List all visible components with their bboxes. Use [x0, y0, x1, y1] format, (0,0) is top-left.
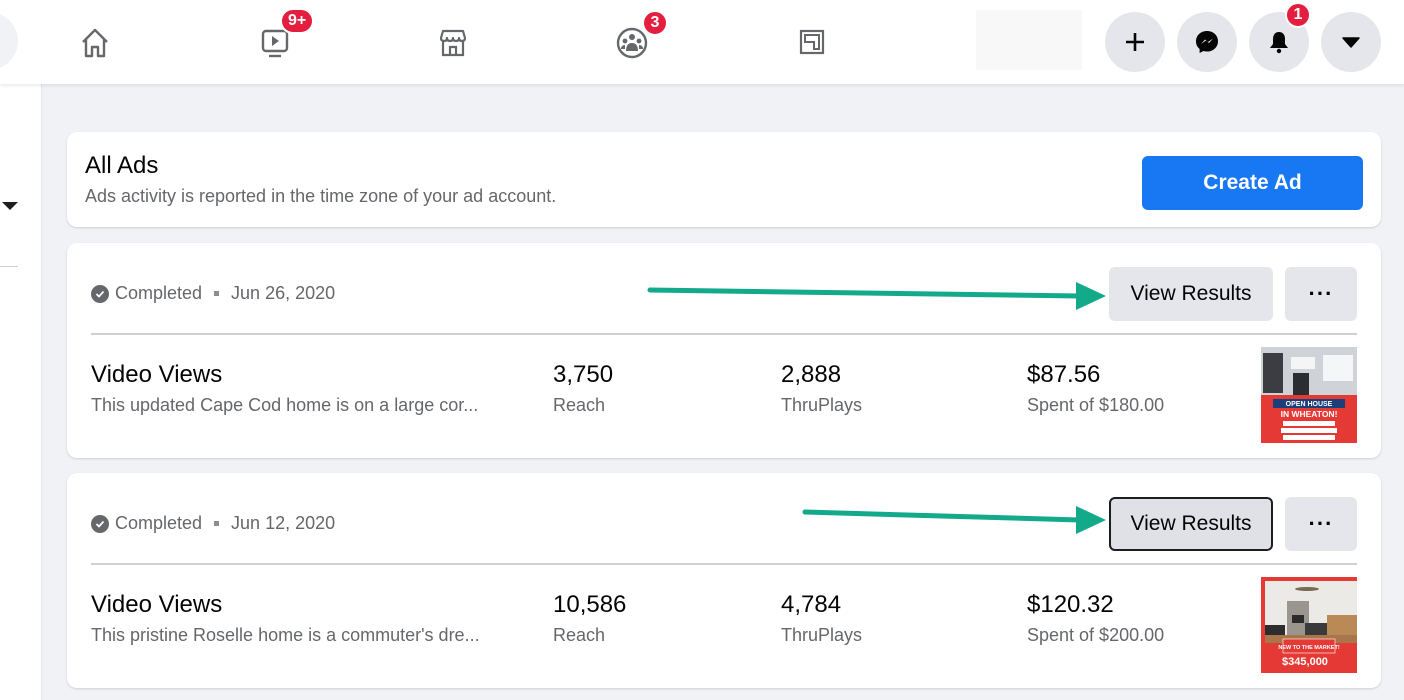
thruplays-metric: 4,784 ThruPlays	[781, 591, 862, 646]
messenger-button[interactable]	[1177, 12, 1237, 72]
nav-tab-groups[interactable]: 3	[604, 10, 668, 70]
ad-thumbnail[interactable]: OPEN HOUSE IN WHEATON!	[1261, 347, 1357, 443]
ad-description: This updated Cape Cod home is on a large…	[91, 395, 479, 415]
thruplays-value: 2,888	[781, 361, 842, 388]
home-icon	[82, 28, 108, 58]
ad-objective: Video Views	[91, 361, 223, 388]
thumb-text-line2: IN WHEATON!	[1281, 409, 1338, 419]
separator-dot	[214, 521, 220, 526]
thruplays-value: 4,784	[781, 591, 842, 618]
groups-badge: 3	[642, 10, 668, 36]
sidebar-divider	[0, 266, 18, 267]
ad-thumbnail[interactable]: NEW TO THE MARKET! $345,000	[1261, 577, 1357, 673]
thruplays-label: ThruPlays	[781, 625, 863, 645]
check-circle-icon	[91, 284, 109, 303]
reach-value: 10,586	[553, 591, 627, 618]
view-results-button[interactable]: View Results	[1109, 267, 1273, 321]
more-options-button[interactable]: ···	[1285, 497, 1357, 551]
nav-tab-home[interactable]	[67, 14, 123, 70]
thruplays-label: ThruPlays	[781, 395, 863, 415]
thruplays-metric: 2,888 ThruPlays	[781, 361, 862, 416]
notifications-button[interactable]: 1	[1249, 2, 1311, 72]
messenger-icon	[1196, 31, 1218, 53]
profile-shortcut-placeholder[interactable]	[976, 10, 1082, 70]
annotation-arrow	[802, 506, 1106, 534]
card-divider	[91, 563, 1357, 565]
annotation-arrow	[647, 282, 1106, 310]
thumb-text-line1: NEW TO THE MARKET!	[1278, 645, 1339, 651]
view-results-button[interactable]: View Results	[1109, 497, 1273, 551]
spent-metric: $120.32 Spent of $200.00	[1027, 591, 1164, 646]
caret-down-icon	[1342, 37, 1360, 48]
reach-metric: 3,750 Reach	[553, 361, 613, 416]
plus-icon	[1126, 33, 1144, 51]
store-icon	[439, 29, 467, 57]
create-ad-button[interactable]: Create Ad	[1142, 156, 1363, 210]
nav-tab-watch[interactable]: 9+	[246, 8, 315, 70]
page-title: All Ads	[85, 152, 159, 179]
reach-metric: 10,586 Reach	[553, 591, 626, 646]
thumb-text-line2: $345,000	[1282, 656, 1328, 668]
bell-icon	[1270, 32, 1288, 54]
all-ads-header-card: All Ads Ads activity is reported in the …	[67, 132, 1381, 227]
ad-card: Completed Jun 12, 2020 View Results ··· …	[67, 473, 1381, 688]
spent-value: $120.32	[1027, 591, 1114, 618]
reach-label: Reach	[553, 395, 606, 415]
spent-label: Spent of $180.00	[1027, 395, 1165, 415]
account-menu-button[interactable]	[1321, 12, 1381, 72]
reach-label: Reach	[553, 625, 606, 645]
create-menu-button[interactable]	[1105, 12, 1165, 72]
page-subtitle: Ads activity is reported in the time zon…	[85, 186, 557, 206]
search-button[interactable]	[0, 12, 18, 70]
ad-date: Jun 26, 2020	[231, 283, 336, 303]
card-divider	[91, 333, 1357, 335]
reach-value: 3,750	[553, 361, 614, 388]
spent-metric: $87.56 Spent of $180.00	[1027, 361, 1164, 416]
ad-date: Jun 12, 2020	[231, 513, 336, 533]
separator-dot	[214, 291, 220, 296]
ad-status: Completed	[115, 513, 203, 533]
more-options-button[interactable]: ···	[1285, 267, 1357, 321]
check-circle-icon	[91, 514, 109, 533]
thumb-text-line1: OPEN HOUSE	[1286, 401, 1333, 408]
top-navigation-bar: 9+ 3 1	[0, 0, 1404, 84]
gaming-icon	[799, 29, 825, 55]
sidebar-dropdown-caret-icon[interactable]	[2, 202, 18, 210]
ad-status-row: Completed Jun 12, 2020	[91, 513, 335, 534]
ad-description: This pristine Roselle home is a commuter…	[91, 625, 480, 645]
spent-label: Spent of $200.00	[1027, 625, 1165, 645]
nav-tab-gaming[interactable]	[784, 14, 840, 70]
ad-objective: Video Views	[91, 591, 223, 618]
watch-badge: 9+	[280, 8, 315, 34]
ad-status: Completed	[115, 283, 203, 303]
notifications-badge: 1	[1285, 2, 1311, 28]
left-sidebar	[0, 84, 42, 700]
ad-status-row: Completed Jun 26, 2020	[91, 283, 335, 304]
nav-tab-marketplace[interactable]	[425, 14, 481, 70]
spent-value: $87.56	[1027, 361, 1101, 388]
